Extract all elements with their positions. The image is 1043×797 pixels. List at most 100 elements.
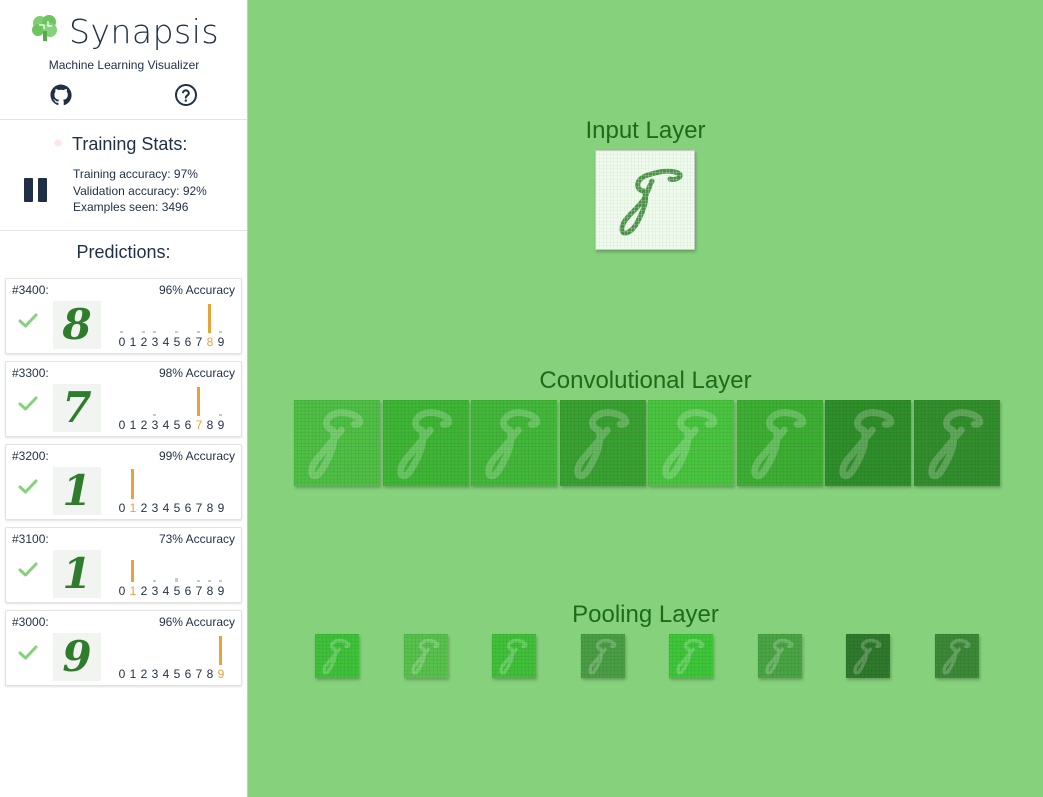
pool-feature-map[interactable] (580, 634, 625, 678)
checkmark-icon (18, 645, 38, 660)
digit-label: 5 (173, 418, 181, 432)
prediction-digit-image: 8 (53, 301, 101, 349)
digit-label: 2 (140, 667, 148, 681)
digit-label: 6 (184, 335, 192, 349)
training-stats-title: Training Stats: (72, 134, 188, 154)
pool-feature-map[interactable] (315, 634, 359, 678)
github-icon[interactable] (49, 83, 73, 107)
digit-label: 6 (184, 584, 192, 598)
probability-bar (175, 331, 178, 333)
conv-feature-map[interactable] (471, 400, 557, 486)
input-layer-image[interactable] (595, 150, 695, 250)
pool-feature-map[interactable] (403, 634, 448, 678)
digit-label: 5 (173, 335, 181, 349)
probability-bars: 0123456789 (116, 635, 234, 681)
digit-label: 7 (195, 667, 203, 681)
digit-label: 8 (206, 584, 214, 598)
probability-bars: 0123456789 (116, 552, 234, 598)
digit-label: 3 (151, 667, 159, 681)
conv-feature-map[interactable] (913, 400, 1000, 486)
digit-label: 7 (195, 335, 203, 349)
digit-label: 6 (184, 418, 192, 432)
digit-glyph: 7 (62, 383, 92, 432)
prediction-card[interactable]: #3400: 96% Accuracy 8 0 1 2 3 4 5 6 7 8 9 (5, 278, 242, 354)
digit-label: 4 (162, 584, 170, 598)
digit-glyph: 1 (62, 549, 92, 598)
probability-bars: 0123456789 (116, 469, 234, 515)
digit-label: 5 (173, 501, 181, 515)
probability-bar (175, 578, 178, 582)
digit-label: 8 (206, 667, 214, 681)
probability-bar (197, 331, 200, 333)
pool-feature-map[interactable] (492, 634, 536, 678)
conv-feature-map[interactable] (648, 400, 734, 486)
prediction-card[interactable]: #3200: 99% Accuracy 1 0 1 2 3 4 5 6 7 8 9 (5, 444, 242, 520)
checkmark-icon (18, 562, 38, 577)
digit-label: 7 (195, 584, 203, 598)
pool-feature-map[interactable] (846, 634, 890, 678)
digit-label: 4 (162, 335, 170, 349)
digit-label: 1 (129, 418, 137, 432)
prediction-card[interactable]: #3100: 73% Accuracy 1 0 1 2 3 4 5 6 7 8 9 (5, 527, 242, 603)
prediction-id: #3300: (12, 366, 49, 380)
pause-button[interactable] (24, 178, 48, 202)
conv-layer-title: Convolutional Layer (539, 367, 752, 394)
prediction-accuracy: 73% Accuracy (158, 532, 235, 546)
digit-label: 8 (206, 418, 214, 432)
digit-label: 4 (162, 418, 170, 432)
digit-label: 3 (151, 501, 159, 515)
prediction-digit-image: 9 (53, 633, 101, 681)
digit-label: 2 (140, 418, 148, 432)
probability-bar (219, 580, 222, 582)
digit-label: 8 (206, 335, 214, 349)
input-layer-title: Input Layer (585, 117, 706, 144)
probability-bar (153, 414, 156, 416)
digit-label: 5 (173, 584, 181, 598)
prediction-digit-image: 1 (53, 467, 101, 515)
brain-logo-icon (32, 15, 57, 41)
digit-label: 6 (184, 667, 192, 681)
probability-bar (208, 304, 211, 333)
conv-feature-map[interactable] (294, 400, 380, 486)
checkmark-icon (18, 313, 38, 328)
digit-label: 3 (151, 335, 159, 349)
digit-label: 6 (184, 501, 192, 515)
pause-icon (24, 178, 33, 202)
conv-feature-map[interactable] (382, 400, 469, 486)
pool-feature-map[interactable] (757, 634, 802, 678)
conv-feature-map[interactable] (825, 400, 911, 486)
prediction-id: #3100: (12, 532, 49, 546)
stats-lines: Training accuracy: 97% Validation accura… (73, 166, 207, 216)
probability-bar (197, 580, 200, 582)
digit-label: 8 (206, 501, 214, 515)
digit-label: 2 (140, 501, 148, 515)
digit-label: 9 (217, 584, 225, 598)
input-digit-image (596, 151, 694, 249)
pool-feature-map[interactable] (669, 634, 713, 678)
conv-feature-map[interactable] (559, 400, 646, 486)
checkmark-icon (18, 479, 38, 494)
prediction-card[interactable]: #3000: 96% Accuracy 9 0 1 2 3 4 5 6 7 8 9 (5, 610, 242, 686)
probability-bars: 0123456789 (116, 303, 234, 349)
digit-label: 2 (140, 584, 148, 598)
digit-label: 1 (129, 501, 137, 515)
prediction-digit-image: 1 (53, 550, 101, 598)
digit-label: 9 (217, 501, 225, 515)
help-icon[interactable] (174, 83, 198, 107)
digit-glyph: 1 (62, 466, 92, 515)
probability-bar (120, 331, 123, 333)
digit-label: 3 (151, 418, 159, 432)
status-dot-icon (54, 139, 62, 147)
probability-bar (219, 636, 222, 665)
prediction-id: #3000: (12, 615, 49, 629)
prediction-accuracy: 96% Accuracy (158, 615, 235, 629)
conv-feature-map[interactable] (736, 400, 823, 486)
digit-label: 7 (195, 501, 203, 515)
prediction-card[interactable]: #3300: 98% Accuracy 7 0 1 2 3 4 5 6 7 8 9 (5, 361, 242, 437)
probability-bar (131, 469, 134, 499)
digit-label: 9 (217, 335, 225, 349)
sidebar: Synapsis Machine Learning Visualizer Tra… (0, 0, 248, 797)
pool-feature-map[interactable] (934, 634, 979, 678)
prediction-digit-image: 7 (53, 384, 101, 432)
probability-bar (219, 331, 222, 333)
